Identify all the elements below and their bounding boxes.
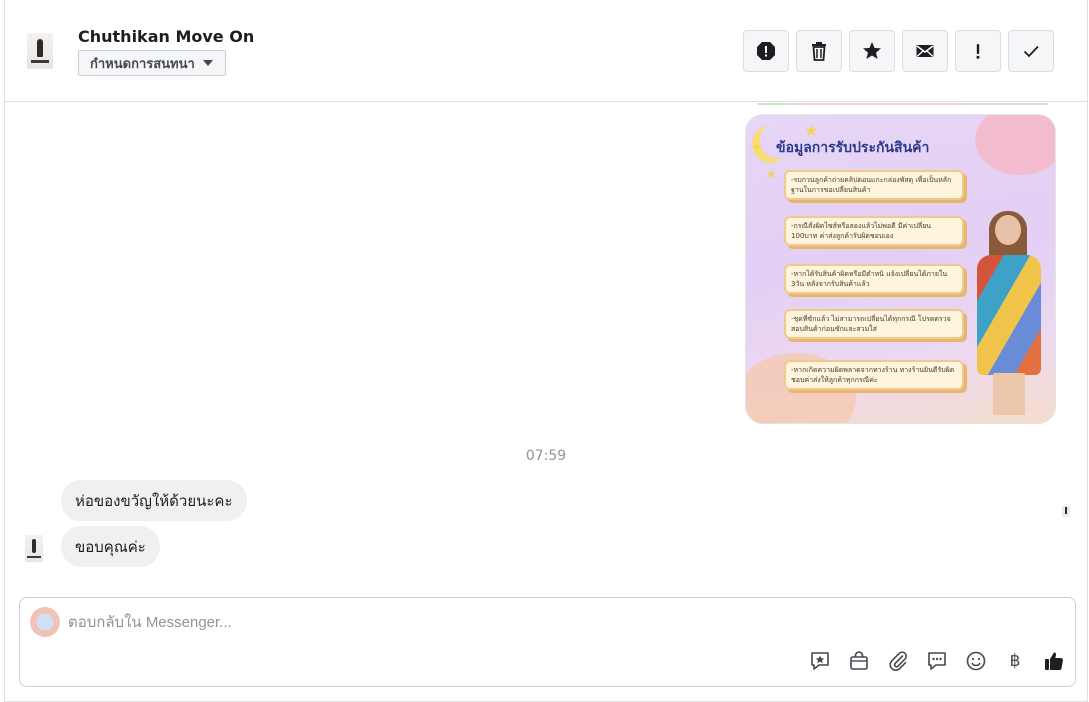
quick-replies-button[interactable] bbox=[926, 650, 948, 672]
assign-conversation-dropdown[interactable]: กำหนดการสนทนา bbox=[78, 50, 226, 76]
thread-header: Chuthikan Move On กำหนดการสนทนา bbox=[5, 0, 1087, 102]
seen-receipt-avatar bbox=[1062, 506, 1070, 517]
promo-card: -หากเกิดความผิดพลาดจากทางร้าน ทางร้านยิน… bbox=[784, 360, 964, 390]
like-button[interactable] bbox=[1043, 650, 1065, 672]
promo-card: -ชุดที่ซักแล้ว ไม่สามารถเปลี่ยนได้ทุกกรณ… bbox=[784, 309, 964, 339]
previous-image-edge bbox=[758, 103, 1048, 105]
follow-up-icon bbox=[976, 44, 980, 59]
promo-title: ข้อมูลการรับประกันสินค้า bbox=[776, 140, 930, 156]
attach-icon bbox=[889, 651, 907, 671]
model-photo bbox=[967, 211, 1047, 415]
like-icon bbox=[1045, 652, 1063, 671]
sender-avatar[interactable] bbox=[25, 535, 43, 562]
shop-button[interactable] bbox=[848, 650, 870, 672]
emoji-icon bbox=[966, 651, 986, 671]
saved-reply-icon bbox=[811, 652, 829, 670]
payment-button[interactable]: ฿ bbox=[1004, 650, 1026, 672]
incoming-message-bubble[interactable]: ห่อของขวัญให้ด้วยนะคะ bbox=[61, 480, 247, 521]
reply-input[interactable] bbox=[68, 610, 568, 634]
promo-card: -รบกวนลูกค้าถ่ายคลิปตอนแกะกล่องพัสดุ เพื… bbox=[784, 170, 964, 200]
star-decoration: ★ bbox=[766, 167, 777, 181]
mark-done-icon bbox=[1023, 45, 1039, 58]
promo-card: -หากได้รับสินค้าผิดหรือมีตำหนิ แจ้งเปลี่… bbox=[784, 264, 964, 294]
shop-icon bbox=[850, 651, 868, 670]
chat-bubble-icon bbox=[928, 652, 946, 670]
mark-done-button[interactable] bbox=[1008, 30, 1054, 72]
emoji-button[interactable] bbox=[965, 650, 987, 672]
warranty-info-image[interactable]: ★ ✦ ★ ข้อมูลการรับประกันสินค้า -รบกวนลูก… bbox=[745, 114, 1056, 424]
report-spam-icon bbox=[757, 42, 775, 60]
star-decoration: ✦ bbox=[752, 141, 762, 154]
caret-down-icon bbox=[202, 60, 213, 66]
attach-button[interactable] bbox=[887, 650, 909, 672]
message-list[interactable]: ★ ✦ ★ ข้อมูลการรับประกันสินค้า -รบกวนลูก… bbox=[5, 103, 1087, 593]
delete-icon bbox=[812, 42, 826, 61]
mark-unread-button[interactable] bbox=[902, 30, 948, 72]
baht-icon: ฿ bbox=[1009, 651, 1021, 671]
delete-button[interactable] bbox=[796, 30, 842, 72]
promo-card: -กรณีสั่งผิดไซส์หรือลองแล้วไม่พอดี มีค่า… bbox=[784, 216, 964, 246]
messenger-thread-panel: Chuthikan Move On กำหนดการสนทนา ★ ✦ ★ ข้… bbox=[4, 0, 1088, 702]
message-timestamp: 07:59 bbox=[525, 448, 567, 464]
saved-reply-button[interactable] bbox=[809, 650, 831, 672]
incoming-message-bubble[interactable]: ขอบคุณค่ะ bbox=[61, 526, 160, 567]
page-avatar bbox=[30, 607, 60, 637]
assign-conversation-label: กำหนดการสนทนา bbox=[90, 56, 195, 72]
follow-up-button[interactable] bbox=[955, 30, 1001, 72]
reply-composer: ฿ bbox=[19, 597, 1076, 687]
report-spam-button[interactable] bbox=[743, 30, 789, 72]
mark-unread-icon bbox=[916, 45, 934, 57]
star-button[interactable] bbox=[849, 30, 895, 72]
contact-name[interactable]: Chuthikan Move On bbox=[78, 27, 254, 46]
composer-toolbar: ฿ bbox=[809, 650, 1065, 672]
thread-toolbar bbox=[743, 30, 1054, 72]
contact-avatar[interactable] bbox=[27, 33, 53, 69]
star-icon bbox=[863, 42, 881, 59]
